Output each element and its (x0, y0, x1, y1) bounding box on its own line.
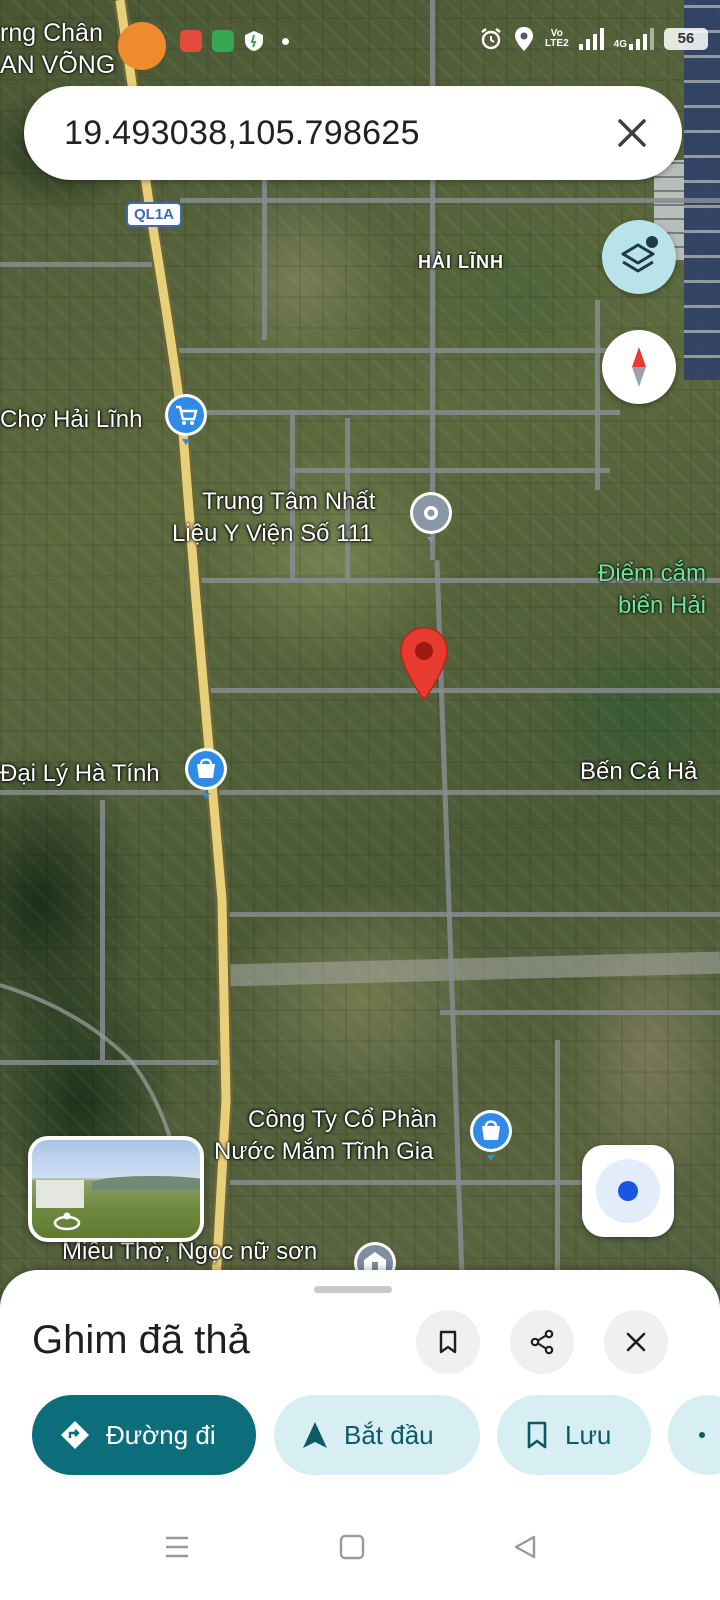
map-label-fragment: rng Chân (0, 19, 103, 47)
shopping-bag-icon[interactable] (183, 746, 229, 800)
save-label: Lưu (565, 1419, 612, 1450)
navigation-arrow-icon (303, 1422, 327, 1448)
map-label-fragment: AN VÕNG (0, 51, 116, 79)
place-label-green-1[interactable]: Điểm cắm (598, 558, 706, 590)
more-notifications-dot (282, 38, 289, 45)
bookmark-icon (439, 1330, 457, 1354)
layers-button[interactable] (602, 220, 676, 294)
directions-label: Đường đi (106, 1419, 216, 1450)
share-icon (699, 1432, 705, 1438)
start-button[interactable]: Bắt đầu (274, 1395, 480, 1475)
home-icon[interactable] (339, 1534, 365, 1560)
place-label-agency[interactable]: Đại Lý Hà Tính (0, 758, 160, 790)
location-icon (514, 27, 533, 51)
layers-icon (621, 236, 658, 273)
alarm-icon (481, 28, 501, 50)
bookmark-icon (527, 1421, 547, 1449)
status-icons: Vo LTE2 4G 56 (479, 26, 708, 52)
battery-indicator: 56 (664, 28, 708, 50)
sheet-title: Ghim đã thả (32, 1318, 250, 1362)
search-bar[interactable]: 19.493038,105.798625 (24, 86, 682, 180)
compass-icon (632, 347, 646, 387)
save-button[interactable]: Lưu (497, 1395, 651, 1475)
area-label: HẢI LĨNH (418, 252, 504, 272)
drag-handle[interactable] (314, 1286, 392, 1293)
more-actions-chip[interactable] (668, 1395, 720, 1475)
street-view-building (36, 1180, 84, 1208)
place-label-port[interactable]: Bến Cá Hả (580, 756, 697, 788)
signal-icon (578, 28, 604, 50)
save-icon-button[interactable] (416, 1310, 480, 1374)
app-icon-red (180, 30, 202, 52)
back-icon[interactable] (512, 1534, 538, 1560)
menu-icon[interactable] (164, 1534, 190, 1560)
place-label-market[interactable]: Chợ Hải Lĩnh (0, 404, 142, 436)
compass-button[interactable] (602, 330, 676, 404)
search-input[interactable]: 19.493038,105.798625 (64, 114, 420, 153)
place-label-center-1[interactable]: Trung Tâm Nhất (202, 486, 375, 518)
dropped-pin-icon[interactable] (398, 626, 450, 702)
system-navigation-bar (0, 1496, 720, 1600)
street-view-thumbnail[interactable] (28, 1136, 204, 1242)
status-bar: rng Chân AN VÕNG Vo LTE2 4G 56 (0, 0, 720, 80)
directions-button[interactable]: Đường đi (32, 1395, 256, 1475)
signal-icon-2 (629, 28, 654, 50)
share-icon (530, 1329, 554, 1355)
app-icon-orange (118, 22, 166, 70)
shield-icon (243, 30, 265, 52)
app-icon-green (212, 30, 234, 52)
place-label-green-2[interactable]: biển Hải (618, 590, 706, 622)
shopping-cart-icon[interactable] (163, 392, 209, 446)
volte-label: Vo LTE2 (544, 28, 569, 49)
close-icon[interactable] (612, 113, 652, 153)
place-label-company-2[interactable]: Nước Mắm Tĩnh Gia (214, 1136, 433, 1168)
street-view-360-icon (53, 1212, 81, 1231)
place-bottom-sheet[interactable]: Ghim đã thả Đường đi Bắt đầu Lưu (0, 1270, 720, 1600)
place-icon[interactable] (408, 490, 454, 544)
shopping-bag-icon[interactable] (468, 1108, 514, 1162)
close-sheet-button[interactable] (604, 1310, 668, 1374)
place-label-company-1[interactable]: Công Ty Cổ Phần (248, 1104, 437, 1136)
share-button[interactable] (510, 1310, 574, 1374)
street-view-hills (92, 1176, 200, 1190)
start-label: Bắt đầu (344, 1419, 434, 1450)
directions-icon (61, 1421, 89, 1449)
route-shield: QL1A (126, 202, 183, 227)
my-location-button[interactable] (582, 1145, 674, 1237)
close-icon (626, 1332, 646, 1352)
my-location-icon (618, 1181, 638, 1201)
network-type: 4G (613, 39, 627, 50)
place-label-center-2[interactable]: Liệu Y Viện Số 111 (172, 518, 373, 550)
